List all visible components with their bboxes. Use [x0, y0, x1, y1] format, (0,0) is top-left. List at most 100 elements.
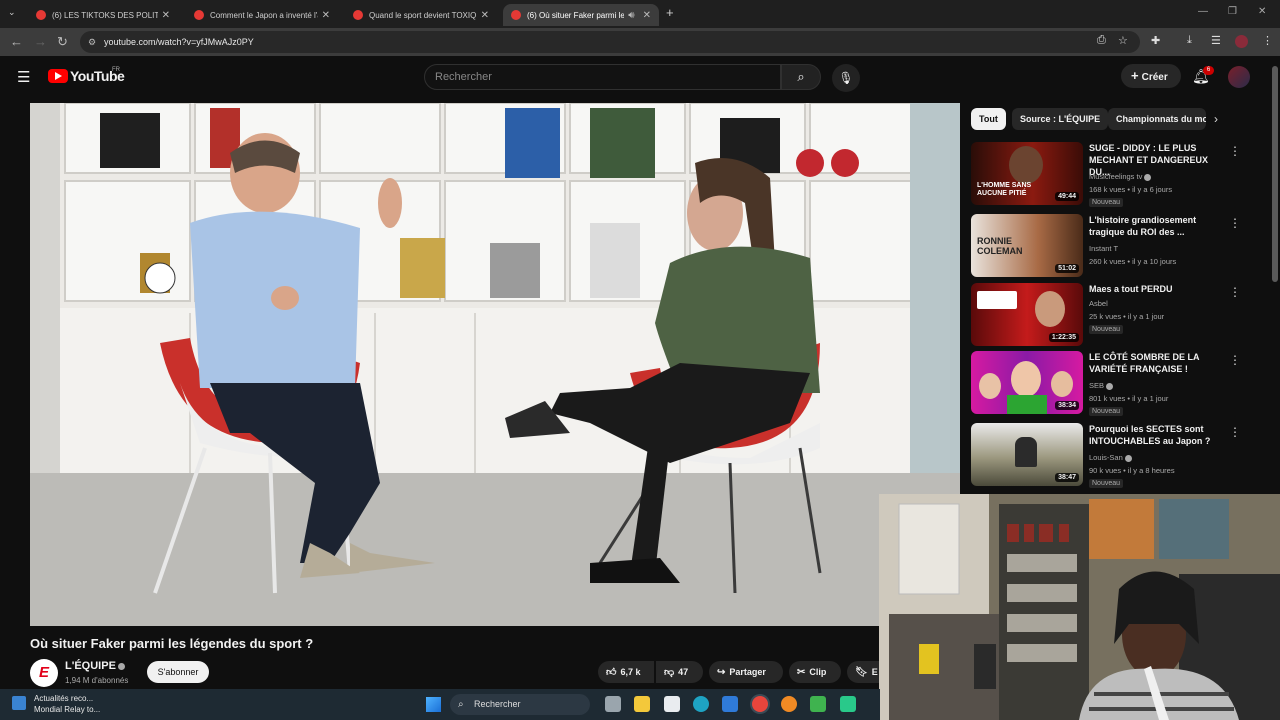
firefox-icon[interactable]	[781, 696, 797, 712]
create-button[interactable]: + Créer	[1121, 64, 1181, 88]
search-icon: ⌕	[458, 699, 464, 710]
download-icon[interactable]: ⤓	[1187, 34, 1192, 47]
recommendation-channel[interactable]: Asbel	[1089, 299, 1108, 308]
new-badge: Nouveau	[1089, 325, 1124, 334]
account-avatar[interactable]	[1228, 66, 1250, 88]
chip-championships[interactable]: Championnats du mo	[1108, 108, 1206, 130]
news-widget[interactable]: Actualités reco... Mondial Relay to...	[34, 693, 100, 715]
browser-tab-2[interactable]: Comment le Japon a inventé l'a ✕	[186, 4, 338, 26]
browser-tab-1[interactable]: (6) LES TIKTOKS DES POLITIQUES ✕	[28, 4, 178, 26]
close-window-icon[interactable]: ✕	[1258, 6, 1266, 17]
edge-icon[interactable]	[693, 696, 709, 712]
task-view-icon[interactable]	[605, 696, 621, 712]
windows-start-icon[interactable]	[426, 697, 441, 712]
minimize-icon[interactable]: —	[1198, 6, 1208, 17]
app-green-icon[interactable]	[810, 696, 826, 712]
news-widget-icon[interactable]	[12, 696, 26, 710]
recommendation-title[interactable]: Maes a tout PERDU	[1089, 283, 1229, 295]
voice-search-button[interactable]: 🎙︎	[832, 64, 860, 92]
youtube-favicon-icon	[194, 10, 204, 20]
thumbs-up-icon: 👍︎	[606, 667, 617, 678]
recommendation-4[interactable]: 38:34 LE CÔTÉ SOMBRE DE LA VARIÉTÉ FRANÇ…	[971, 351, 1256, 416]
chip-source[interactable]: Source : L'ÉQUIPE	[1012, 108, 1109, 130]
video-player[interactable]	[30, 103, 960, 626]
recommendation-title[interactable]: Pourquoi les SECTES sont INTOUCHABLES au…	[1089, 423, 1229, 447]
duration-badge: 38:47	[1055, 473, 1079, 482]
video-thumbnail[interactable]: L'HOMME SANS AUCUNE PITIÉ 49:44	[971, 142, 1083, 205]
channel-name-text: L'ÉQUIPE	[65, 660, 116, 672]
video-thumbnail[interactable]: 1:22:35	[971, 283, 1083, 346]
taskbar-search[interactable]: ⌕ Rechercher	[450, 694, 590, 715]
more-options-icon[interactable]: ⋮	[1229, 425, 1241, 439]
browser-tab-4[interactable]: (6) Où situer Faker parmi les 🔊︎ ✕	[503, 4, 659, 26]
new-badge: Nouveau	[1089, 407, 1124, 416]
recommendation-title[interactable]: LE CÔTÉ SOMBRE DE LA VARIÉTÉ FRANÇAISE !	[1089, 351, 1229, 375]
tab-close-icon[interactable]: ✕	[481, 10, 489, 21]
new-tab-button[interactable]: +	[666, 5, 674, 20]
recommendation-channel[interactable]: Louis-San	[1089, 453, 1132, 462]
save-button[interactable]: 🔖︎ E	[847, 661, 879, 683]
address-bar[interactable]: ⚙ youtube.com/watch?v=yfJMwAJz0PY	[80, 31, 1140, 53]
speaker-icon[interactable]: 🔊︎	[628, 10, 634, 21]
recommendation-meta: 90 k vues • il y a 8 heures	[1089, 466, 1175, 475]
forward-icon[interactable]: →	[34, 34, 47, 49]
back-icon[interactable]: ←	[10, 34, 23, 49]
chrome-icon[interactable]	[752, 696, 768, 712]
profile-avatar[interactable]	[1235, 35, 1248, 48]
tab-close-icon[interactable]: ✕	[643, 10, 651, 21]
notepad-icon[interactable]	[664, 696, 680, 712]
tab-close-icon[interactable]: ✕	[162, 10, 170, 21]
search-button[interactable]: ⌕	[781, 64, 821, 90]
recommendation-channel[interactable]: SEB	[1089, 381, 1114, 390]
thumbnail-face	[1011, 361, 1041, 397]
more-options-icon[interactable]: ⋮	[1229, 144, 1241, 158]
store-icon[interactable]	[722, 696, 738, 712]
recommendation-title[interactable]: L'histoire grandiosement tragique du ROI…	[1089, 214, 1229, 238]
chip-all[interactable]: Tout	[971, 108, 1006, 130]
news-line-1: Actualités reco...	[34, 694, 94, 703]
search-icon: ⌕	[797, 69, 805, 84]
recommendation-3[interactable]: 1:22:35 Maes a tout PERDU Asbel 25 k vue…	[971, 283, 1256, 347]
channel-name[interactable]: L'ÉQUIPE	[65, 660, 125, 672]
more-options-icon[interactable]: ⋮	[1229, 285, 1241, 299]
reading-list-icon[interactable]: ☰	[1211, 34, 1221, 47]
channel-text: Louis-San	[1089, 453, 1123, 462]
share-label: Partager	[729, 667, 766, 677]
page-scrollbar[interactable]	[1272, 66, 1278, 282]
reload-icon[interactable]: ↻	[57, 34, 68, 50]
clip-button[interactable]: ✂ Clip	[789, 661, 841, 683]
recommendation-2[interactable]: RONNIE COLEMAN 51:02 L'histoire grandios…	[971, 214, 1256, 278]
chevron-right-icon[interactable]: ›	[1214, 112, 1218, 126]
duration-badge: 1:22:35	[1048, 333, 1079, 342]
share-button[interactable]: ↪ Partager	[709, 661, 783, 683]
recommendation-5[interactable]: 38:47 Pourquoi les SECTES sont INTOUCHAB…	[971, 423, 1256, 488]
video-thumbnail[interactable]: RONNIE COLEMAN 51:02	[971, 214, 1083, 277]
subscribe-button[interactable]: S'abonner	[147, 661, 209, 683]
discord-icon[interactable]	[840, 696, 856, 712]
recommendation-channel[interactable]: Instant T	[1089, 244, 1118, 253]
video-thumbnail[interactable]: 38:34	[971, 351, 1083, 414]
recommendation-channel[interactable]: Musicfeelings tv	[1089, 172, 1152, 181]
more-options-icon[interactable]: ⋮	[1229, 216, 1241, 230]
file-explorer-icon[interactable]	[634, 696, 650, 712]
channel-text: Musicfeelings tv	[1089, 172, 1143, 181]
more-options-icon[interactable]: ⋮	[1229, 353, 1241, 367]
browser-tab-3[interactable]: Quand le sport devient TOXIQUE ✕	[345, 4, 497, 26]
bookmark-star-icon[interactable]: ☆	[1118, 34, 1128, 47]
tab-close-icon[interactable]: ✕	[322, 10, 330, 21]
tab-list-dropdown-icon[interactable]: ⌄	[8, 7, 16, 18]
dislike-button[interactable]: 👎︎ 47	[656, 661, 703, 683]
recommendation-1[interactable]: L'HOMME SANS AUCUNE PITIÉ 49:44 SUGE - D…	[971, 142, 1256, 207]
tab-title: (6) Où situer Faker parmi les	[527, 10, 625, 20]
thumbnail-figure	[1015, 437, 1037, 467]
site-info-icon[interactable]: ⚙	[88, 31, 96, 53]
hamburger-menu-icon[interactable]: ☰	[17, 68, 30, 86]
browser-menu-icon[interactable]: ⋮	[1262, 34, 1273, 47]
extensions-icon[interactable]: ✚	[1151, 34, 1160, 47]
channel-avatar[interactable]: E	[30, 659, 58, 687]
video-thumbnail[interactable]: 38:47	[971, 423, 1083, 486]
install-app-icon[interactable]: ⎙	[1097, 34, 1106, 47]
search-input[interactable]: Rechercher	[424, 64, 781, 90]
like-button[interactable]: 👍︎ 6,7 k	[598, 661, 654, 683]
maximize-icon[interactable]: ❐	[1228, 6, 1237, 17]
